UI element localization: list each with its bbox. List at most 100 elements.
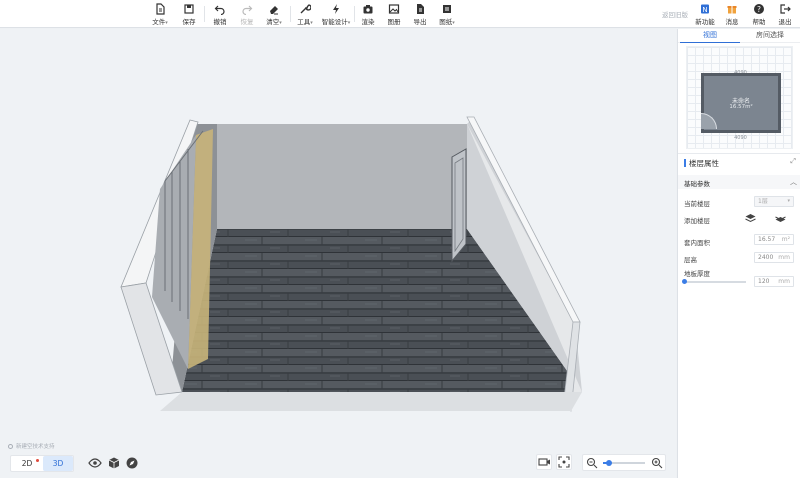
floor-height-label: 层高	[684, 256, 697, 264]
save-button[interactable]: 保存	[176, 3, 202, 26]
undo-label: 撤销	[213, 18, 227, 26]
messages-button[interactable]: 消息	[719, 3, 745, 26]
chevron-down-icon: ▾	[787, 198, 790, 204]
floor-thickness-label: 地板厚度	[684, 270, 710, 278]
indoor-area-label: 套内面积	[684, 239, 710, 247]
zoom-out-icon[interactable]	[586, 457, 598, 469]
view-mode-switch: 2D 3D	[10, 455, 74, 472]
toolbar-divider	[204, 6, 205, 22]
mode-3d-button[interactable]: 3D	[43, 456, 73, 471]
tab-view[interactable]: 视图	[680, 29, 740, 43]
album-button[interactable]: 图册	[381, 3, 407, 26]
svg-text:?: ?	[757, 5, 761, 14]
svg-text:N: N	[702, 6, 707, 14]
tools-button[interactable]: 工具▾	[292, 3, 318, 26]
chevron-up-icon: ︿	[790, 178, 797, 186]
save-label: 保存	[182, 18, 196, 26]
help-button[interactable]: ? 帮助	[746, 3, 772, 26]
basic-params-label: 基础参数	[684, 180, 710, 188]
zoom-handle[interactable]	[606, 460, 613, 466]
tab-room-select[interactable]: 房间选择	[740, 29, 800, 43]
undo-button[interactable]: 撤销	[207, 3, 233, 26]
back-wall	[217, 124, 467, 229]
current-floor-label: 当前楼层	[684, 200, 710, 208]
tools-label: 工具	[297, 18, 311, 26]
back-to-old-version-link[interactable]: 返回旧版	[662, 9, 688, 19]
add-floor-below-button[interactable]	[774, 212, 787, 224]
logout-button[interactable]: 退出	[772, 3, 798, 26]
redo-icon	[242, 5, 253, 15]
help-label: 帮助	[752, 18, 766, 26]
properties-panel: 视图 房间选择 4090 未命名 16.57m² 4090 楼层属性 ⤢ 基础参…	[677, 29, 800, 478]
clear-label: 清空	[266, 18, 280, 26]
zoom-slider[interactable]	[603, 460, 645, 466]
floor-thickness-input[interactable]: 120 mm	[754, 276, 794, 287]
fit-screen-icon	[558, 456, 570, 468]
mode-2d-button[interactable]: 2D	[12, 456, 42, 471]
eraser-icon	[270, 6, 278, 15]
new-feature-icon: N	[701, 4, 709, 14]
add-floor-above-button[interactable]	[744, 212, 757, 224]
zoom-control	[582, 454, 666, 471]
support-hint: 新建空技术支持	[8, 442, 55, 450]
render-button[interactable]: 渲染	[355, 3, 381, 26]
export-label: 导出	[413, 18, 427, 26]
floor-thickness-handle[interactable]	[682, 279, 687, 284]
render-label: 渲染	[361, 18, 375, 26]
floorplan-minimap[interactable]: 4090 未命名 16.57m² 4090	[686, 46, 793, 149]
smart-design-label: 智能设计	[321, 18, 348, 26]
compass-icon[interactable]	[125, 456, 139, 470]
clear-button[interactable]: 清空▾	[261, 3, 287, 26]
zoom-in-icon[interactable]	[651, 457, 663, 469]
drawing-label: 图纸	[439, 18, 453, 26]
undo-icon	[214, 5, 225, 15]
floor-thickness-slider[interactable]	[682, 279, 746, 284]
export-button[interactable]: 导出	[407, 3, 433, 26]
cube-icon[interactable]	[107, 456, 121, 470]
camera-view-icon	[538, 458, 550, 466]
current-floor-select[interactable]: 1层 ▾	[754, 196, 794, 207]
camera-icon	[363, 5, 373, 14]
drawing-button[interactable]: 图纸▾	[434, 3, 460, 26]
wrench-icon	[300, 4, 311, 14]
new-feature-label: 新功能	[695, 18, 715, 26]
help-icon: ?	[754, 4, 764, 14]
export-icon	[417, 4, 424, 14]
file-label: 文件	[152, 18, 166, 26]
floor-properties-title: 楼层属性	[684, 158, 719, 169]
floor-height-input[interactable]: 2400 mm	[754, 252, 794, 263]
lightning-icon	[333, 4, 339, 14]
save-icon	[184, 4, 194, 14]
door-symbol	[701, 113, 717, 129]
album-icon	[388, 4, 400, 14]
expand-icon[interactable]: ⤢	[790, 157, 796, 166]
redo-label: 恢复	[240, 18, 254, 26]
file-icon	[156, 3, 165, 15]
logout-icon	[780, 4, 791, 14]
fit-view-button[interactable]	[556, 454, 572, 470]
room-area: 16.57m²	[729, 104, 753, 110]
eye-icon[interactable]	[88, 456, 102, 470]
file-button[interactable]: 文件▾	[147, 3, 173, 26]
floor-front-edge	[160, 392, 582, 411]
panel-divider	[678, 153, 800, 154]
smart-design-button[interactable]: 智能设计▾	[320, 3, 352, 26]
gift-icon	[727, 6, 737, 14]
3d-viewport[interactable]: 新建空技术支持 2D 3D	[0, 29, 676, 478]
redo-button[interactable]: 恢复	[234, 3, 260, 26]
toolbar-divider	[290, 6, 291, 22]
add-floor-label: 添加楼层	[684, 217, 710, 225]
panel-tabs: 视图 房间选择	[678, 29, 800, 43]
basic-params-header[interactable]: 基础参数 ︿	[678, 175, 800, 189]
indoor-area-field: 16.57 m²	[754, 234, 794, 245]
dimension-bottom: 4090	[734, 135, 747, 141]
logout-label: 退出	[778, 18, 792, 26]
new-feature-button[interactable]: N 新功能	[692, 3, 718, 26]
room-plan[interactable]: 未命名 16.57m²	[701, 73, 781, 133]
notification-dot	[36, 459, 39, 462]
messages-label: 消息	[725, 18, 739, 26]
drawing-icon	[443, 5, 451, 13]
album-label: 图册	[387, 18, 401, 26]
camera-view-button[interactable]	[536, 454, 552, 470]
room-3d-model	[120, 116, 582, 412]
